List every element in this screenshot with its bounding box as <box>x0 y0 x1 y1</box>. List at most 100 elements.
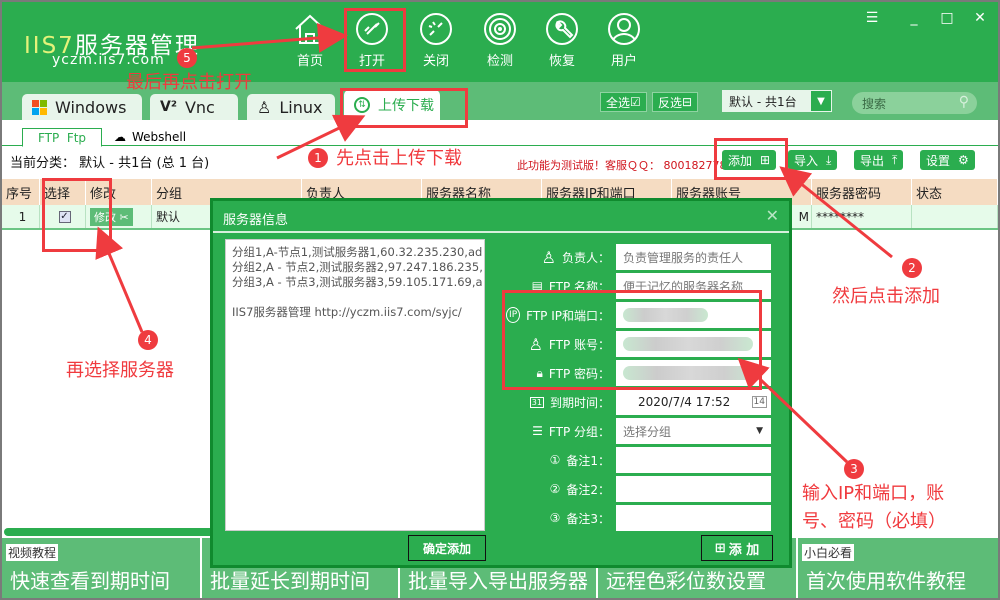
label-text: FTP 分组： <box>548 424 610 439</box>
invert-icon: ⊟ <box>682 95 693 109</box>
nav-home[interactable]: 首页 <box>280 12 340 69</box>
nav-restore[interactable]: 恢复 <box>532 12 592 69</box>
gear-icon: ⚙ <box>958 153 969 167</box>
nav-label: 关闭 <box>422 54 449 69</box>
field-label: 31 到期时间： <box>501 394 616 411</box>
beta-notice: 此功能为测试版！客服ＱＱ： 800182778 <box>517 159 727 172</box>
button-label: 导入 <box>794 153 819 168</box>
tab-windows[interactable]: Windows <box>22 94 142 120</box>
dropdown-arrow-icon: ▼ <box>811 91 831 111</box>
person-icon: ♙ <box>541 247 556 267</box>
owner-input[interactable]: 负责管理服务的责任人 <box>616 244 771 270</box>
group-select[interactable]: 默认 - 共1台 ▼ <box>722 90 832 112</box>
field-note2: ② 备注2： <box>501 476 776 502</box>
cell-password: ******** <box>812 205 912 228</box>
field-group: ☰ FTP 分组： 选择分组 ▼ <box>501 418 776 444</box>
step-3-text: 输入IP和端口，账 号、密码（必填） <box>802 483 946 532</box>
app-subtitle: yczm.iis7.com <box>52 52 165 68</box>
user-icon <box>608 13 640 45</box>
tile-first-use[interactable]: 小白必看 首次使用软件教程 <box>798 538 998 598</box>
close-button[interactable]: ✕ <box>970 10 990 26</box>
tab-vnc[interactable]: V² Vnc <box>150 94 238 120</box>
note2-input[interactable] <box>616 476 771 502</box>
search-placeholder: 搜索 <box>862 96 887 111</box>
import-button[interactable]: 导入 ⤓ <box>788 150 838 170</box>
cell-index: 1 <box>2 205 40 228</box>
search-icon: ⚲ <box>958 94 969 110</box>
field-expiry: 31 到期时间： 2020/7/4 17:52 14 <box>501 389 776 415</box>
invert-select-button[interactable]: 反选 ⊟ <box>652 92 699 112</box>
step-2-text: 然后点击添加 <box>832 286 940 307</box>
field-note3: ③ 备注3： <box>501 505 776 531</box>
field-label: ☰ FTP 分组： <box>501 423 616 440</box>
import-textarea[interactable]: 分组1,A-节点1,测试服务器1,60.32.235.230,ad 分组2,A … <box>225 239 485 531</box>
expiry-input[interactable]: 2020/7/4 17:52 14 <box>616 389 771 415</box>
highlight-upload-tab <box>340 88 468 128</box>
import-icon: ⤓ <box>826 152 832 167</box>
nav-label: 首页 <box>296 54 323 69</box>
button-label: 添 加 <box>728 542 760 558</box>
button-label: 全选 <box>606 95 631 110</box>
windows-icon <box>32 99 47 115</box>
maximize-button[interactable]: □ <box>937 10 957 26</box>
calendar-icon: 31 <box>529 396 544 408</box>
subtab-label: Webshell <box>132 130 187 144</box>
note3-input[interactable] <box>616 505 771 531</box>
confirm-add-button[interactable]: 确定添加 <box>408 535 486 561</box>
plus-box-icon: ⊞ <box>714 540 726 556</box>
tile-label: 批量延长到期时间 <box>210 569 370 593</box>
group-select[interactable]: 选择分组 ▼ <box>616 418 771 444</box>
vnc-icon: V² <box>160 99 177 115</box>
export-button[interactable]: 导出 ⤒ <box>854 150 904 170</box>
dialog-add-button[interactable]: ⊞ 添 加 <box>701 535 773 561</box>
cell-status <box>912 205 998 228</box>
menu-button[interactable]: ☰ <box>862 10 882 26</box>
tab-label: Vnc <box>184 97 215 117</box>
note1-input[interactable] <box>616 447 771 473</box>
step-badge-5: 5 <box>177 48 197 68</box>
subtab-bar: FTP Ftp ☁ Webshell <box>2 120 998 147</box>
highlight-select <box>42 178 112 252</box>
nav-close[interactable]: 关闭 <box>406 12 466 69</box>
field-label: ② 备注2： <box>501 481 616 498</box>
label-text: 备注2： <box>566 482 610 497</box>
step-badge-1: 1 <box>308 148 328 168</box>
webshell-icon: ☁ <box>114 130 126 144</box>
field-label: ① 备注1： <box>501 452 616 469</box>
label-text: 备注1： <box>566 453 610 468</box>
tile-tag: 视频教程 <box>6 544 59 561</box>
home-icon <box>295 14 325 44</box>
select-all-button[interactable]: 全选 ☑ <box>600 92 647 112</box>
radar-icon <box>484 13 516 45</box>
col-status: 状态 <box>912 179 998 205</box>
tools-icon: ✂ <box>119 210 129 224</box>
tile-expiry[interactable]: 视频教程 快速查看到期时间 <box>2 538 200 598</box>
horizontal-scrollbar[interactable] <box>4 528 214 536</box>
dialog-close-icon[interactable]: ✕ <box>766 206 779 225</box>
search-input[interactable]: 搜索 ⚲ <box>852 92 977 114</box>
nav-label: 用户 <box>610 54 637 69</box>
button-label: 反选 <box>658 95 683 110</box>
field-note1: ① 备注1： <box>501 447 776 473</box>
step-5-text: 最后再点击打开 <box>126 72 252 93</box>
dialog-divider <box>213 231 789 233</box>
tab-label: Linux <box>279 97 323 117</box>
tab-linux[interactable]: ♙ Linux <box>247 94 335 120</box>
calendar-picker-icon[interactable]: 14 <box>751 396 767 408</box>
select-value: 默认 - 共1台 <box>729 94 797 109</box>
app-window: IIS7服务器管理 yczm.iis7.com 首页 打开 关闭 检测 恢复 用… <box>2 2 998 598</box>
subtab-ftp[interactable]: FTP Ftp <box>22 128 102 147</box>
minimize-button[interactable]: _ <box>904 10 924 26</box>
nav-user[interactable]: 用户 <box>594 12 654 69</box>
highlight-credentials <box>502 290 762 390</box>
step-badge-2: 2 <box>902 258 922 278</box>
subtab-webshell[interactable]: ☁ Webshell <box>114 128 186 146</box>
expiry-value: 2020/7/4 17:52 <box>638 395 731 409</box>
button-label: 设置 <box>926 153 951 168</box>
col-password: 服务器密码 <box>812 179 912 205</box>
circle-2-icon: ② <box>549 482 561 496</box>
settings-button[interactable]: 设置 ⚙ <box>920 150 975 170</box>
nav-detect[interactable]: 检测 <box>470 12 530 69</box>
linux-icon: ♙ <box>257 97 272 117</box>
step-badge-3: 3 <box>844 459 864 479</box>
